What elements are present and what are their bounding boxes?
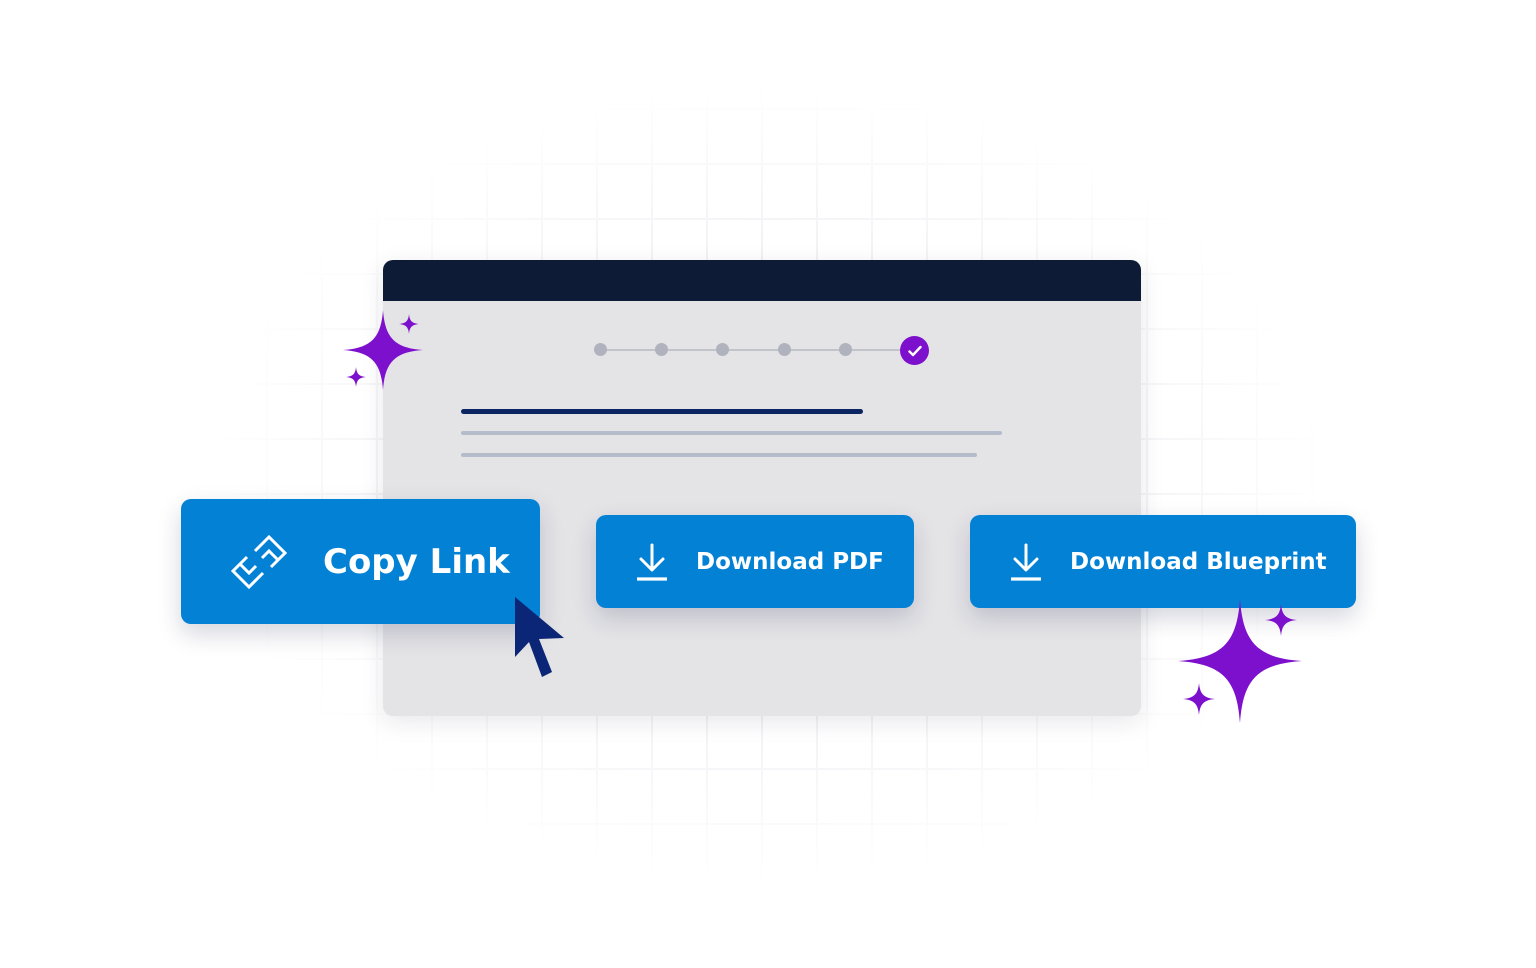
download-blueprint-button[interactable]: Download Blueprint xyxy=(970,515,1356,608)
stepper-step-1 xyxy=(594,343,607,356)
stepper-step-4 xyxy=(778,343,791,356)
stepper-step-2 xyxy=(655,343,668,356)
download-icon xyxy=(637,543,667,581)
sparkle-icon xyxy=(1183,683,1215,715)
text-placeholder-line-1 xyxy=(461,431,1002,435)
sparkle-icon xyxy=(399,314,419,334)
copy-link-label: Copy Link xyxy=(323,541,510,582)
download-icon xyxy=(1011,543,1041,581)
link-icon xyxy=(230,534,288,589)
sparkle-icon xyxy=(1265,604,1297,636)
copy-link-button[interactable]: Copy Link xyxy=(181,499,540,624)
stepper-track xyxy=(600,349,912,351)
stepper-step-3 xyxy=(716,343,729,356)
mouse-pointer-icon xyxy=(515,597,564,677)
stepper-step-5 xyxy=(839,343,852,356)
text-placeholder-line-2 xyxy=(461,453,977,457)
checkmark-icon xyxy=(907,345,922,356)
download-blueprint-label: Download Blueprint xyxy=(1070,548,1327,575)
browser-window xyxy=(383,260,1141,716)
download-pdf-button[interactable]: Download PDF xyxy=(596,515,914,608)
sparkle-icon xyxy=(346,367,366,387)
heading-placeholder-line xyxy=(461,409,863,414)
stepper-step-complete xyxy=(900,336,929,365)
window-titlebar xyxy=(383,260,1141,301)
download-pdf-label: Download PDF xyxy=(696,548,884,575)
